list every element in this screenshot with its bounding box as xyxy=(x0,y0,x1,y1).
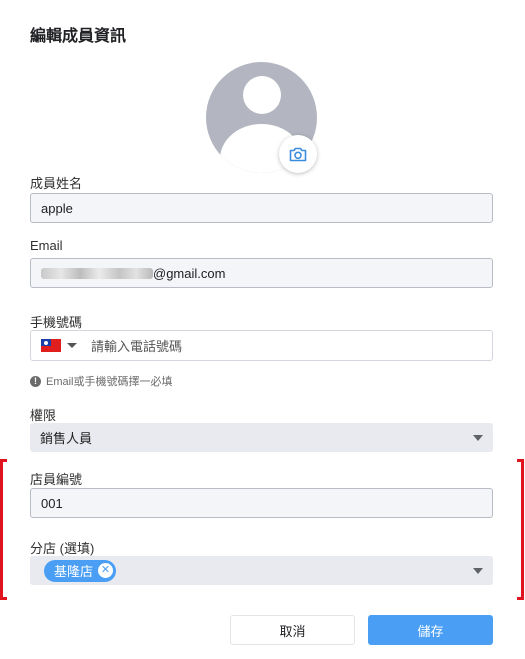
email-label: Email xyxy=(30,238,63,253)
info-icon: ! xyxy=(30,375,41,387)
cancel-button[interactable]: 取消 xyxy=(230,615,355,645)
name-label: 成員姓名 xyxy=(30,176,83,191)
save-button[interactable]: 儲存 xyxy=(368,615,493,645)
role-select[interactable]: 銷售人員 xyxy=(30,423,493,452)
bracket-right xyxy=(517,459,524,600)
hint-text: Email或手機號碼擇一必填 xyxy=(46,376,173,388)
staff-id-input[interactable]: 001 xyxy=(30,488,493,518)
dropdown-arrow-icon xyxy=(473,434,483,441)
dropdown-arrow-icon xyxy=(473,567,483,574)
bracket-left xyxy=(0,459,7,600)
camera-icon xyxy=(289,147,307,162)
change-photo-button[interactable] xyxy=(279,135,317,173)
branch-select[interactable]: 基隆店 ✕ xyxy=(30,556,493,585)
name-value: apple xyxy=(41,200,73,216)
role-label: 權限 xyxy=(30,408,57,423)
role-value: 銷售人員 xyxy=(40,431,93,446)
phone-input[interactable]: 請輸入電話號碼 xyxy=(30,330,493,361)
email-redacted xyxy=(41,267,153,279)
avatar-head xyxy=(243,76,281,114)
staff-id-value: 001 xyxy=(41,495,63,511)
taiwan-flag-icon xyxy=(41,339,61,352)
country-code-select[interactable] xyxy=(41,339,77,352)
required-hint: ! Email或手機號碼擇一必填 xyxy=(30,373,173,389)
staff-id-label: 店員編號 xyxy=(30,472,83,487)
name-input[interactable]: apple xyxy=(30,193,493,223)
dialog-title: 編輯成員資訊 xyxy=(30,28,127,45)
branch-label: 分店 (選填) xyxy=(30,541,95,556)
phone-label: 手機號碼 xyxy=(30,315,83,330)
branch-chip-label: 基隆店 xyxy=(54,564,94,579)
chip-remove-icon[interactable]: ✕ xyxy=(98,563,114,578)
chevron-down-icon xyxy=(67,343,77,348)
branch-chip: 基隆店 ✕ xyxy=(44,559,117,582)
email-domain: @gmail.com xyxy=(153,265,226,281)
email-input[interactable]: @gmail.com xyxy=(30,258,493,288)
phone-placeholder: 請輸入電話號碼 xyxy=(91,339,183,354)
